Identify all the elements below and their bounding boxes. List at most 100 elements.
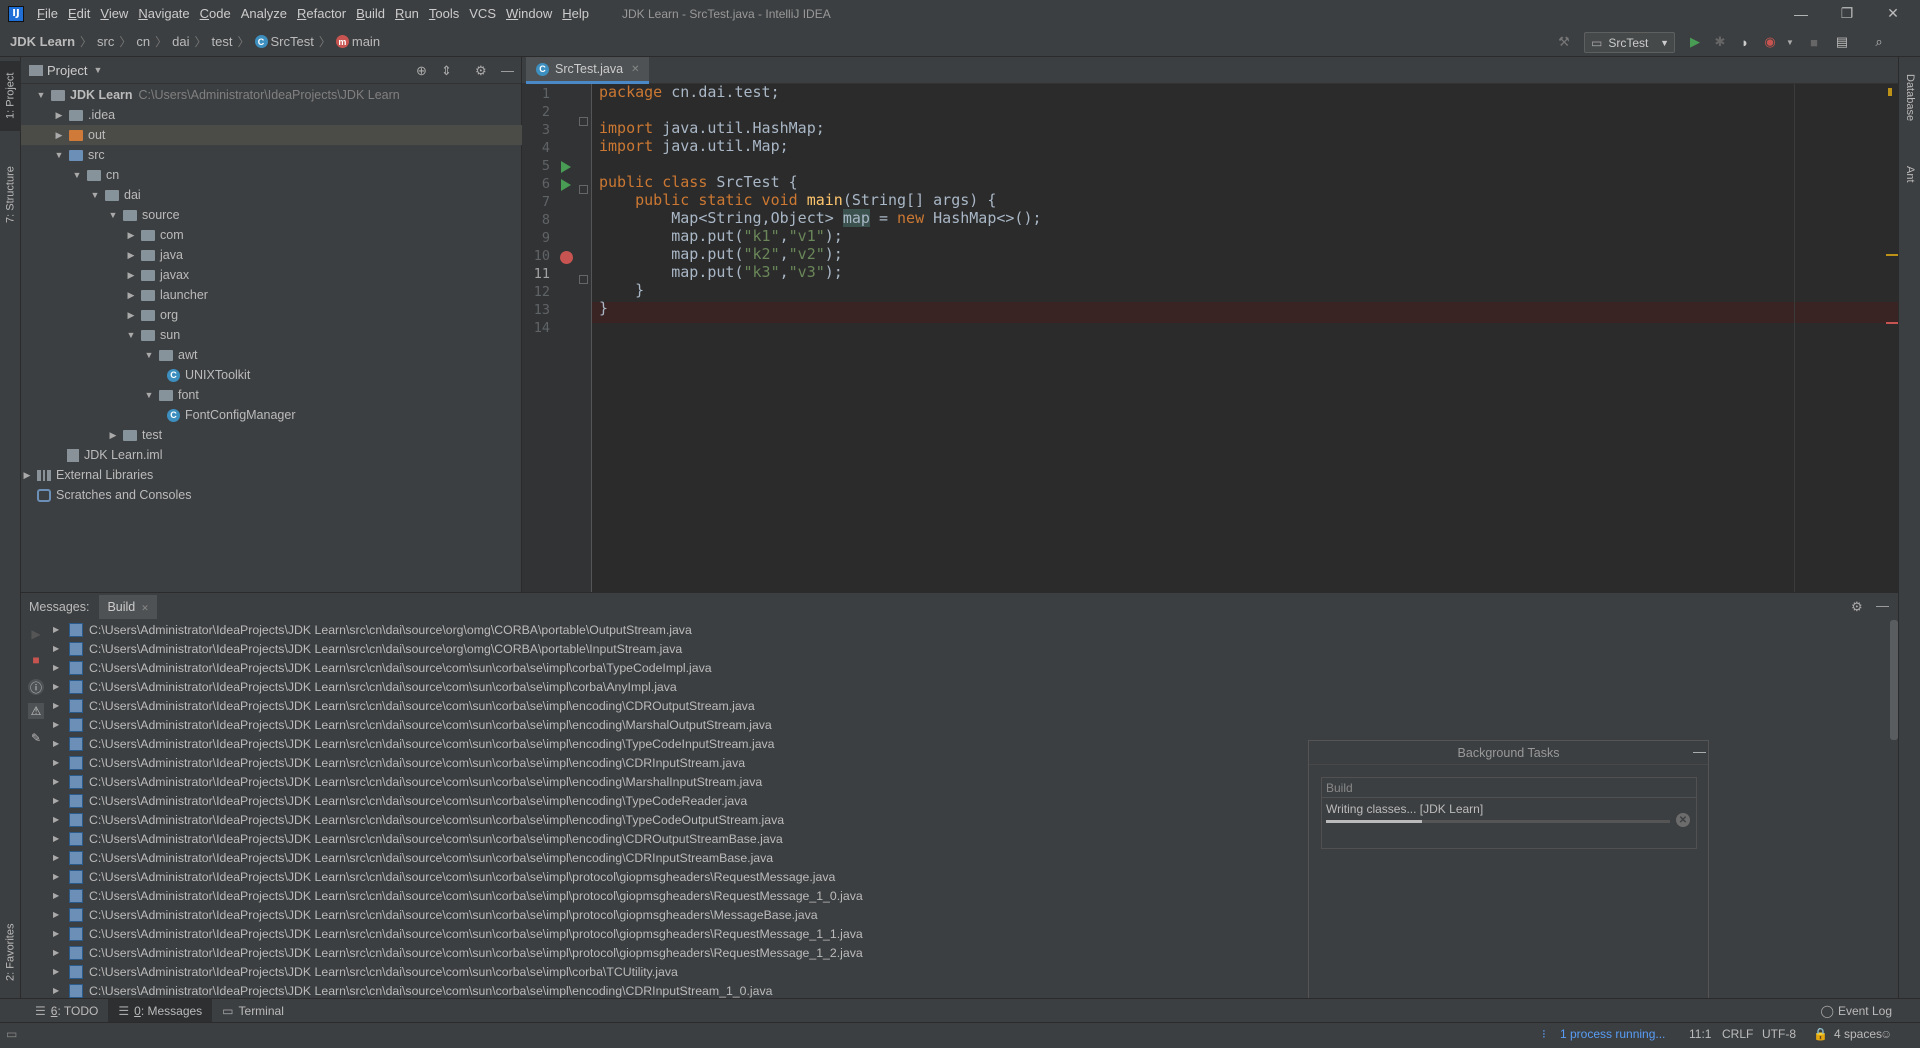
tree-item-idea[interactable]: ▶ .idea <box>21 105 522 125</box>
warning-stripe-marker[interactable] <box>1886 254 1898 256</box>
messages-scrollbar[interactable] <box>1890 620 1898 740</box>
tree-item-sun[interactable]: ▼ sun <box>21 325 522 345</box>
tree-item-fontconfigmanager[interactable]: C FontConfigManager <box>21 405 522 425</box>
tree-item-out[interactable]: ▶ out <box>21 125 522 145</box>
fold-icon[interactable] <box>579 117 588 126</box>
breadcrumb-cn[interactable]: cn <box>136 34 150 49</box>
message-row[interactable]: ▶ C:\Users\Administrator\IdeaProjects\JDK… <box>51 753 745 772</box>
line-separator[interactable]: CRLF <box>1722 1023 1753 1045</box>
minimize-popup-button[interactable]: — <box>1693 744 1706 759</box>
menu-edit[interactable]: Edit <box>63 0 95 27</box>
coverage-icon[interactable]: ◗ <box>1737 34 1753 50</box>
menu-analyze[interactable]: Analyze <box>236 0 292 27</box>
breakpoint-icon[interactable] <box>560 251 573 264</box>
lock-icon[interactable]: 🔒 <box>1813 1023 1828 1045</box>
tab-build[interactable]: Build ✕ <box>99 594 157 619</box>
tab-database[interactable]: Database <box>1899 63 1920 133</box>
fold-icon[interactable] <box>579 275 588 284</box>
tree-item-external-libraries[interactable]: ▶ External Libraries <box>21 465 522 485</box>
menu-window[interactable]: Window <box>501 0 557 27</box>
close-icon[interactable]: ✕ <box>631 64 639 75</box>
tree-item-awt[interactable]: ▼ awt <box>21 345 522 365</box>
dropdown-arrow-icon[interactable]: ▼ <box>1782 34 1798 50</box>
close-icon[interactable]: ✕ <box>141 603 149 613</box>
rerun-icon[interactable]: ▶ <box>28 626 44 642</box>
editor-gutter[interactable]: 1 2 3 4 5 6 7 8 9 10 11 12 13 14 <box>522 84 592 592</box>
message-row[interactable]: ▶ C:\Users\Administrator\IdeaProjects\JDK… <box>51 620 692 639</box>
warning-icon[interactable]: ⚠ <box>28 703 44 719</box>
indent-settings[interactable]: 4 spaces <box>1834 1023 1882 1045</box>
close-window-button[interactable]: ✕ <box>1870 0 1916 27</box>
message-row[interactable]: ▶ C:\Users\Administrator\IdeaProjects\JDK… <box>51 810 784 829</box>
hide-icon[interactable]: — <box>1876 598 1889 613</box>
tab-favorites[interactable]: 2: Favorites <box>0 907 21 997</box>
hide-icon[interactable]: — <box>501 63 514 78</box>
tree-item-com[interactable]: ▶ com <box>21 225 522 245</box>
message-row[interactable]: ▶ C:\Users\Administrator\IdeaProjects\JDK… <box>51 677 677 696</box>
menu-help[interactable]: Help <box>557 0 594 27</box>
message-row[interactable]: ▶ C:\Users\Administrator\IdeaProjects\JDK… <box>51 791 747 810</box>
settings-icon[interactable]: ⚙ <box>475 63 487 79</box>
tree-item-cn[interactable]: ▼ cn <box>21 165 522 185</box>
tree-item-src[interactable]: ▼ src <box>21 145 522 165</box>
menu-refactor[interactable]: Refactor <box>292 0 351 27</box>
code-editor[interactable]: 1 2 3 4 5 6 7 8 9 10 11 12 13 14 package… <box>522 83 1898 592</box>
tree-item-org[interactable]: ▶ org <box>21 305 522 325</box>
breadcrumb-class[interactable]: C SrcTest <box>254 34 314 49</box>
message-row[interactable]: ▶ C:\Users\Administrator\IdeaProjects\JDK… <box>51 772 762 791</box>
cancel-task-button[interactable]: ✕ <box>1676 813 1690 827</box>
tree-item-scratches[interactable]: Scratches and Consoles <box>21 485 522 505</box>
message-row[interactable]: ▶ C:\Users\Administrator\IdeaProjects\JDK… <box>51 658 712 677</box>
project-structure-icon[interactable]: ▤ <box>1834 34 1850 50</box>
message-row[interactable]: ▶ C:\Users\Administrator\IdeaProjects\JDK… <box>51 848 773 867</box>
message-row[interactable]: ▶ C:\Users\Administrator\IdeaProjects\JDK… <box>51 905 818 924</box>
menu-file[interactable]: File <box>32 0 63 27</box>
tool-window-toggle-icon[interactable]: ▭ <box>6 1023 17 1045</box>
caret-position[interactable]: 11:1 <box>1689 1023 1711 1045</box>
tab-todo[interactable]: ☰ 6: TODO <box>25 999 108 1023</box>
menu-vcs[interactable]: VCS <box>464 0 501 27</box>
run-gutter-icon[interactable] <box>561 179 571 191</box>
breadcrumb-test[interactable]: test <box>212 34 233 49</box>
file-encoding[interactable]: UTF-8 <box>1762 1023 1796 1045</box>
message-row[interactable]: ▶ C:\Users\Administrator\IdeaProjects\JDK… <box>51 962 678 981</box>
menu-navigate[interactable]: Navigate <box>133 0 194 27</box>
tree-item-unixtoolkit[interactable]: C UNIXToolkit <box>21 365 522 385</box>
settings-icon[interactable]: ⚙ <box>1851 599 1863 615</box>
message-row[interactable]: ▶ C:\Users\Administrator\IdeaProjects\JDK… <box>51 829 783 848</box>
breadcrumb-project[interactable]: JDK Learn <box>10 34 75 49</box>
menu-view[interactable]: View <box>95 0 133 27</box>
stop-icon[interactable]: ■ <box>1806 34 1822 50</box>
wrench-icon[interactable]: ✎ <box>28 730 44 746</box>
run-configuration-select[interactable]: ▭ SrcTest ▼ <box>1584 32 1675 53</box>
run-gutter-icon[interactable] <box>561 161 571 173</box>
menu-code[interactable]: Code <box>195 0 236 27</box>
inspection-warning-icon[interactable] <box>1888 88 1892 96</box>
breadcrumb-method[interactable]: m main <box>335 34 380 49</box>
tree-item-launcher[interactable]: ▶ launcher <box>21 285 522 305</box>
stop-icon[interactable]: ■ <box>28 652 44 668</box>
tree-item-java[interactable]: ▶ java <box>21 245 522 265</box>
tree-item-source[interactable]: ▼ source <box>21 205 522 225</box>
message-row[interactable]: ▶ C:\Users\Administrator\IdeaProjects\JDK… <box>51 734 775 753</box>
message-row[interactable]: ▶ C:\Users\Administrator\IdeaProjects\JDK… <box>51 867 835 886</box>
message-row[interactable]: ▶ C:\Users\Administrator\IdeaProjects\JDK… <box>51 886 863 905</box>
debug-icon[interactable]: ✱ <box>1712 34 1728 50</box>
tab-project[interactable]: 1: Project <box>0 61 21 131</box>
tab-structure[interactable]: 7: Structure <box>0 152 21 237</box>
tree-item-test[interactable]: ▶ test <box>21 425 522 445</box>
restore-button[interactable]: ❐ <box>1824 0 1870 27</box>
breakpoint-stripe-marker[interactable] <box>1886 322 1898 324</box>
message-row[interactable]: ▶ C:\Users\Administrator\IdeaProjects\JDK… <box>51 696 755 715</box>
breadcrumb-dai[interactable]: dai <box>172 34 189 49</box>
menu-tools[interactable]: Tools <box>424 0 464 27</box>
menu-build[interactable]: Build <box>351 0 390 27</box>
tree-item-project-root[interactable]: ▼ JDK Learn C:\Users\Administrator\IdeaPro… <box>21 85 522 105</box>
fold-icon[interactable] <box>579 185 588 194</box>
process-running-link[interactable]: 1 process running... <box>1560 1023 1665 1045</box>
run-icon[interactable]: ▶ <box>1687 34 1703 50</box>
message-row[interactable]: ▶ C:\Users\Administrator\IdeaProjects\JDK… <box>51 981 772 998</box>
dropdown-arrow-icon[interactable]: ▼ <box>93 65 102 75</box>
project-view-select[interactable]: Project <box>47 63 87 78</box>
tab-ant[interactable]: Ant <box>1899 152 1920 197</box>
